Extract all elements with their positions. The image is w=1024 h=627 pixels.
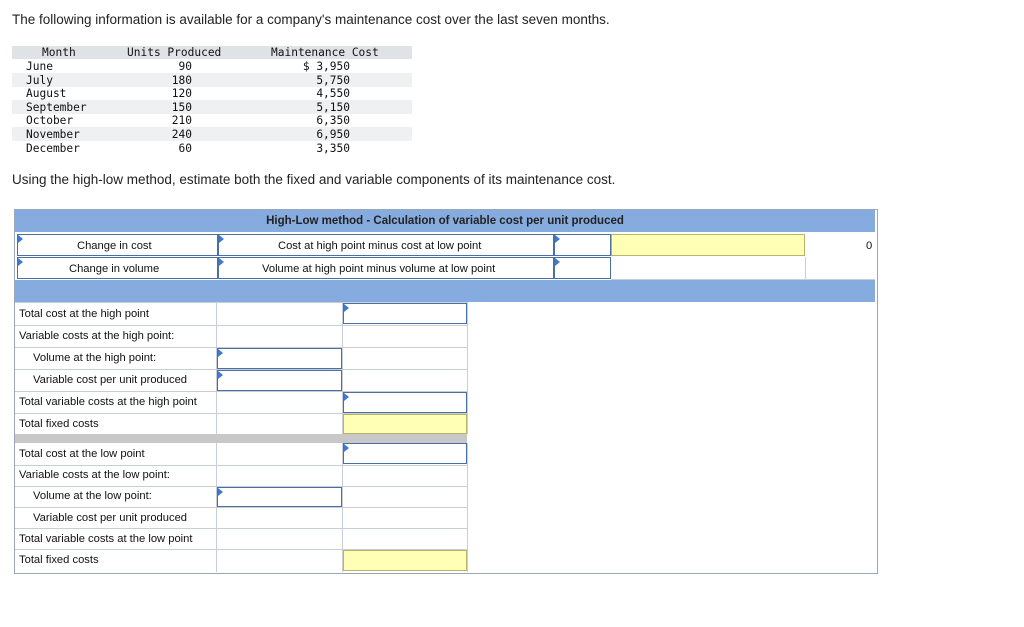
input-marker-icon — [18, 235, 23, 243]
low-total-cost-label: Total cost at the low point — [19, 448, 145, 460]
input-marker-icon — [344, 444, 349, 452]
month-cell: December — [26, 141, 80, 155]
input-marker-icon — [555, 235, 560, 243]
input-marker-icon — [555, 258, 560, 266]
high-total-var-costs-label: Total variable costs at the high point — [19, 396, 197, 408]
cost-cell: 6,350 — [316, 114, 350, 128]
variable-cost-result-value: 0 — [866, 240, 873, 252]
row-stripe — [12, 73, 412, 87]
low-var-costs-label: Variable costs at the low point: — [19, 469, 170, 481]
cost-cell: 3,350 — [316, 141, 350, 155]
intro-text: The following information is available f… — [12, 12, 610, 27]
low-var-cost-per-unit-label: Variable cost per unit produced — [33, 512, 188, 524]
month-cell: October — [26, 114, 74, 128]
low-total-fixed-result — [343, 550, 467, 571]
row-line — [15, 325, 467, 326]
high-volume-label: Volume at the high point: — [33, 352, 157, 364]
section-band — [15, 280, 875, 302]
month-cell: July — [26, 73, 53, 87]
high-total-fixed-label: Total fixed costs — [19, 418, 99, 430]
high-var-cost-per-unit-input[interactable] — [217, 370, 342, 391]
col-header-month: Month — [42, 46, 76, 59]
variable-cost-result-cell — [611, 234, 805, 256]
row-line — [15, 465, 467, 466]
input-marker-icon — [344, 304, 349, 312]
input-marker-icon — [344, 393, 349, 401]
cost-cell: 4,550 — [316, 87, 350, 101]
volume-description-label: Volume at high point minus volume at low… — [262, 263, 496, 275]
worksheet-title: High-Low method - Calculation of variabl… — [15, 210, 875, 232]
row-line — [15, 507, 467, 508]
high-low-worksheet: High-Low method - Calculation of variabl… — [14, 209, 878, 574]
low-total-cost-input[interactable] — [343, 443, 467, 464]
cost-description-label: Cost at high point minus cost at low poi… — [278, 240, 482, 252]
col-header-units: Units Produced — [127, 46, 222, 59]
high-var-cost-per-unit-label: Variable cost per unit produced — [33, 374, 188, 386]
low-volume-label: Volume at the low point: — [33, 490, 152, 502]
change-in-cost-label: Change in cost — [77, 240, 152, 252]
cost-cell: 6,950 — [316, 128, 350, 141]
input-marker-icon — [218, 349, 223, 357]
cell-divider — [805, 257, 806, 279]
month-cell: August — [26, 87, 67, 101]
month-cell: November — [26, 128, 80, 141]
input-marker-icon — [218, 371, 223, 379]
input-marker-icon — [219, 235, 224, 243]
units-cell: 60 — [178, 141, 192, 155]
input-marker-icon — [18, 258, 23, 266]
high-total-fixed-result — [343, 414, 467, 434]
col-header-cost: Maintenance Cost — [271, 46, 379, 59]
high-total-cost-label: Total cost at the high point — [19, 308, 149, 320]
high-total-var-costs-input[interactable] — [343, 392, 467, 413]
units-cell: 150 — [171, 100, 192, 114]
change-in-volume-input[interactable] — [554, 257, 611, 279]
cost-cell: 5,750 — [316, 73, 350, 87]
month-cell: September — [26, 100, 87, 114]
units-cell: 240 — [171, 128, 192, 141]
col-line — [467, 302, 468, 434]
row-line — [15, 528, 467, 529]
high-total-cost-input[interactable] — [343, 303, 467, 324]
col-line — [467, 443, 468, 572]
units-cell: 210 — [171, 114, 192, 128]
low-volume-input[interactable] — [217, 487, 342, 507]
change-in-volume-label: Change in volume — [69, 263, 160, 275]
units-cell: 180 — [171, 73, 192, 87]
question-text: Using the high-low method, estimate both… — [12, 172, 616, 187]
units-cell: 120 — [171, 87, 192, 101]
cost-cell: 5,150 — [316, 100, 350, 114]
input-marker-icon — [219, 258, 224, 266]
high-var-costs-label: Variable costs at the high point: — [19, 330, 175, 342]
section-separator — [15, 434, 467, 443]
cost-cell: $ 3,950 — [302, 60, 350, 73]
high-volume-input[interactable] — [217, 348, 342, 369]
low-total-var-costs-label: Total variable costs at the low point — [19, 533, 193, 545]
month-cell: June — [26, 60, 53, 73]
change-in-cost-input[interactable] — [554, 234, 611, 256]
low-total-fixed-label: Total fixed costs — [19, 554, 99, 566]
units-cell: 90 — [178, 60, 192, 73]
input-marker-icon — [218, 488, 223, 496]
